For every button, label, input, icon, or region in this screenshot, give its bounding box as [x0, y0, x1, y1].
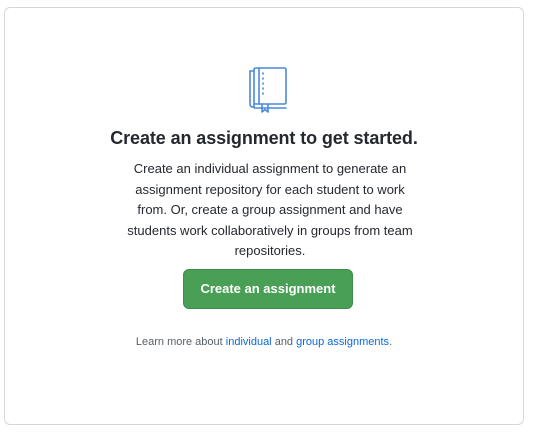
empty-state-card: Create an assignment to get started. Cre…	[4, 7, 524, 425]
group-assignments-link[interactable]: group assignments	[296, 336, 389, 348]
learn-more-prefix: Learn more about	[135, 336, 226, 348]
individual-assignments-link[interactable]: individual	[226, 336, 272, 348]
empty-state-title: Create an assignment to get started.	[110, 128, 418, 148]
learn-more-middle: and	[271, 336, 297, 348]
repository-book-icon	[245, 66, 295, 116]
empty-state-description: Create an individual assignment to gener…	[127, 161, 413, 258]
learn-more-suffix: .	[389, 336, 393, 348]
learn-more-text: Learn more about individual and group as…	[5, 336, 523, 348]
create-assignment-button[interactable]: Create an assignment	[183, 269, 353, 309]
